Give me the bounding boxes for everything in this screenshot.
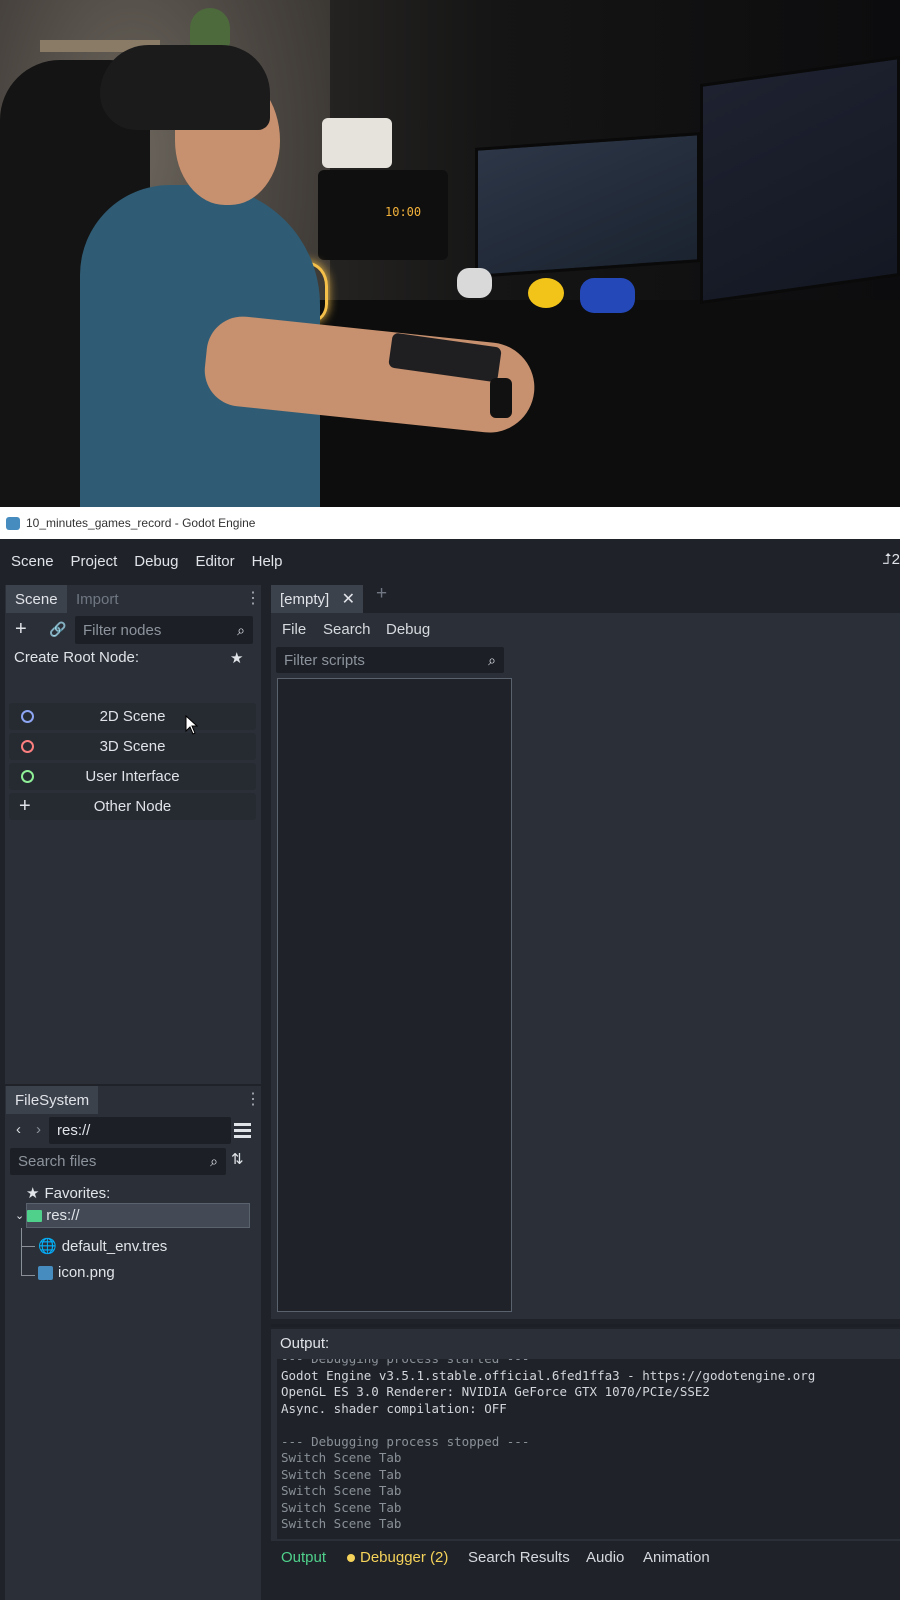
menu-help[interactable]: Help: [252, 553, 283, 570]
monitor-right: [700, 55, 900, 305]
favorites-item[interactable]: ★ Favorites:: [26, 1184, 110, 1203]
other-node-button[interactable]: + Other Node: [9, 793, 256, 820]
menu-project[interactable]: Project: [71, 553, 118, 570]
tree-line: [21, 1275, 35, 1276]
2d-scene-button[interactable]: 2D Scene: [9, 703, 256, 730]
menu-bar: Scene Project Debug Editor Help ⮥2: [0, 539, 900, 583]
tab-scene[interactable]: Scene: [6, 585, 67, 613]
tab-filesystem[interactable]: FileSystem: [6, 1086, 99, 1114]
search-files-input[interactable]: Search files ⌕: [10, 1148, 226, 1175]
back-icon[interactable]: ‹: [16, 1121, 21, 1138]
webcam-photo: 10:00: [0, 0, 900, 507]
search-icon: ⌕: [210, 1153, 218, 1169]
script-menu-file[interactable]: File: [282, 621, 306, 638]
scene-dock: Scene Import ⋮ + 🔗 Filter nodes ⌕ Create…: [5, 585, 261, 1084]
star-icon: ★: [26, 1185, 40, 1202]
version-control-indicator[interactable]: ⮥2: [883, 551, 900, 568]
bottom-tab-output[interactable]: Output: [281, 1549, 326, 1566]
favorite-star-icon[interactable]: ★: [230, 649, 243, 667]
script-menu-debug[interactable]: Debug: [386, 621, 430, 638]
3d-scene-button[interactable]: 3D Scene: [9, 733, 256, 760]
branch-icon: ⮥: [882, 551, 892, 568]
path-field[interactable]: res://: [49, 1117, 231, 1144]
folder-icon: [27, 1209, 43, 1222]
user-interface-button[interactable]: User Interface: [9, 763, 256, 790]
file-item[interactable]: icon.png: [38, 1264, 115, 1281]
output-line: --- Debugging process stopped ---: [281, 1433, 530, 1449]
script-tab-empty[interactable]: [empty] ✕: [271, 585, 363, 613]
window-titlebar: 10_minutes_games_record - Godot Engine: [0, 507, 900, 539]
search-icon: ⌕: [237, 621, 245, 638]
dock-menu-icon[interactable]: ⋮: [245, 1089, 261, 1109]
output-log[interactable]: --- Debugging process started --- Godot …: [277, 1359, 900, 1539]
filter-scripts-input[interactable]: Filter scripts ⌕: [276, 647, 504, 673]
script-list[interactable]: [277, 678, 512, 1312]
file-item[interactable]: 🌐 default_env.tres: [38, 1237, 167, 1256]
chevron-down-icon: ⌄: [15, 1210, 25, 1222]
tablet-device: [318, 170, 448, 260]
menu-scene[interactable]: Scene: [11, 553, 54, 570]
gamepad-blue: [580, 278, 635, 313]
forward-icon[interactable]: ›: [36, 1121, 41, 1138]
menu-editor[interactable]: Editor: [195, 553, 234, 570]
search-icon: ⌕: [488, 651, 496, 668]
bottom-tab-search-results[interactable]: Search Results: [468, 1549, 570, 1566]
bottom-tab-animation[interactable]: Animation: [643, 1549, 710, 1566]
godot-icon: [6, 516, 20, 530]
globe-icon: 🌐: [38, 1238, 57, 1255]
output-panel: Output: --- Debugging process started --…: [271, 1329, 900, 1541]
output-line: Godot Engine v3.5.1.stable.official.6fed…: [281, 1367, 816, 1383]
rubber-duck: [528, 278, 564, 308]
output-line: Async. shader compilation: OFF: [281, 1400, 507, 1416]
filter-nodes-input[interactable]: Filter nodes ⌕: [75, 616, 253, 644]
split-view-icon[interactable]: [234, 1123, 251, 1138]
gamepad-white: [457, 268, 492, 298]
output-line: Switch Scene Tab: [281, 1499, 402, 1515]
menu-debug[interactable]: Debug: [134, 553, 178, 570]
output-line: OpenGL ES 3.0 Renderer: NVIDIA GeForce G…: [281, 1384, 710, 1399]
link-icon[interactable]: 🔗: [49, 621, 66, 638]
script-menu-search[interactable]: Search: [323, 621, 371, 638]
add-tab-icon[interactable]: +: [376, 583, 387, 605]
bottom-tab-debugger[interactable]: Debugger (2): [347, 1549, 448, 1566]
sort-icon[interactable]: ⇅: [231, 1150, 244, 1168]
plant: [190, 8, 230, 48]
dock-menu-icon[interactable]: ⋮: [245, 588, 261, 608]
image-icon: [38, 1265, 53, 1280]
tab-import[interactable]: Import: [67, 585, 128, 613]
script-editor-panel: File Search Debug Filter scripts ⌕: [271, 613, 900, 1319]
window-title: 10_minutes_games_record - Godot Engine: [26, 516, 256, 530]
wristwatch: [490, 378, 512, 418]
output-line: Switch Scene Tab: [281, 1483, 402, 1498]
warning-dot-icon: [347, 1554, 355, 1563]
output-line: Switch Scene Tab: [281, 1516, 402, 1531]
person-cap: [100, 45, 270, 130]
mouse-cursor-icon: [185, 715, 199, 735]
lamp: [322, 118, 392, 168]
tablet-clock: 10:00: [385, 205, 422, 219]
split-handle[interactable]: [271, 1324, 900, 1327]
add-node-icon[interactable]: +: [15, 619, 27, 639]
tree-line: [21, 1246, 35, 1247]
output-line: --- Debugging process started ---: [281, 1359, 900, 1368]
output-line: Switch Scene Tab: [281, 1466, 402, 1482]
filesystem-dock: FileSystem ⋮ ‹ › res:// Search files ⌕ ⇅…: [5, 1086, 261, 1600]
output-line: Switch Scene Tab: [281, 1450, 402, 1465]
create-root-label: Create Root Node:: [14, 649, 140, 666]
res-folder-item[interactable]: ⌄ res://: [15, 1207, 80, 1224]
output-title: Output:: [280, 1335, 330, 1352]
tree-line: [21, 1228, 22, 1276]
monitor-left: [475, 132, 700, 278]
godot-editor: Scene Project Debug Editor Help ⮥2 Scene…: [0, 539, 900, 1600]
close-icon[interactable]: ✕: [342, 589, 355, 609]
bottom-tab-audio[interactable]: Audio: [586, 1549, 624, 1566]
